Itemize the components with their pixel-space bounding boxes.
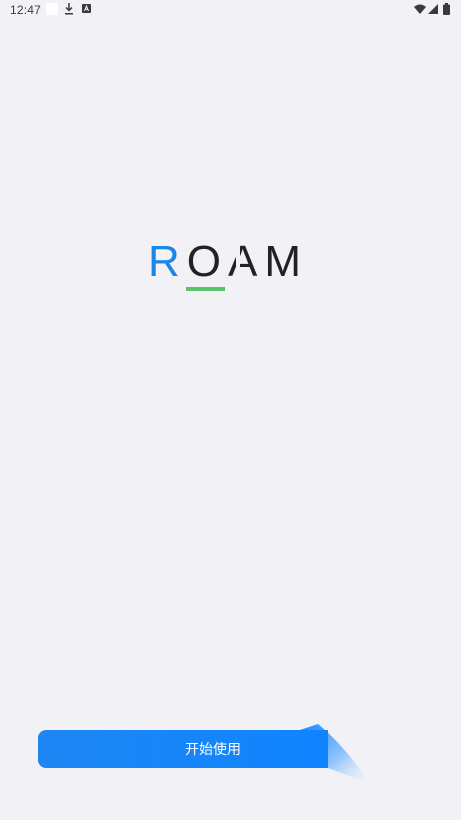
wifi-icon: [414, 4, 426, 14]
logo-letters-rest: OAM: [186, 237, 309, 286]
battery-icon: [443, 3, 450, 15]
status-time: 12:47: [10, 3, 42, 17]
logo-underline: [186, 287, 225, 291]
roam-logo: ROAM: [148, 236, 314, 296]
download-icon: [65, 3, 73, 15]
logo-cut-a: [236, 245, 240, 279]
status-bar: 12:47: [0, 0, 461, 20]
logo-letter-r: R: [148, 237, 187, 286]
logo-text: ROAM: [148, 236, 308, 288]
start-button[interactable]: 开始使用: [38, 730, 328, 768]
app-notification-icon: [82, 4, 91, 13]
cell-signal-icon: [428, 4, 438, 14]
start-button-label: 开始使用: [185, 741, 241, 757]
logo-cut-m: [300, 245, 304, 279]
blank-notification-icon: [46, 3, 58, 15]
